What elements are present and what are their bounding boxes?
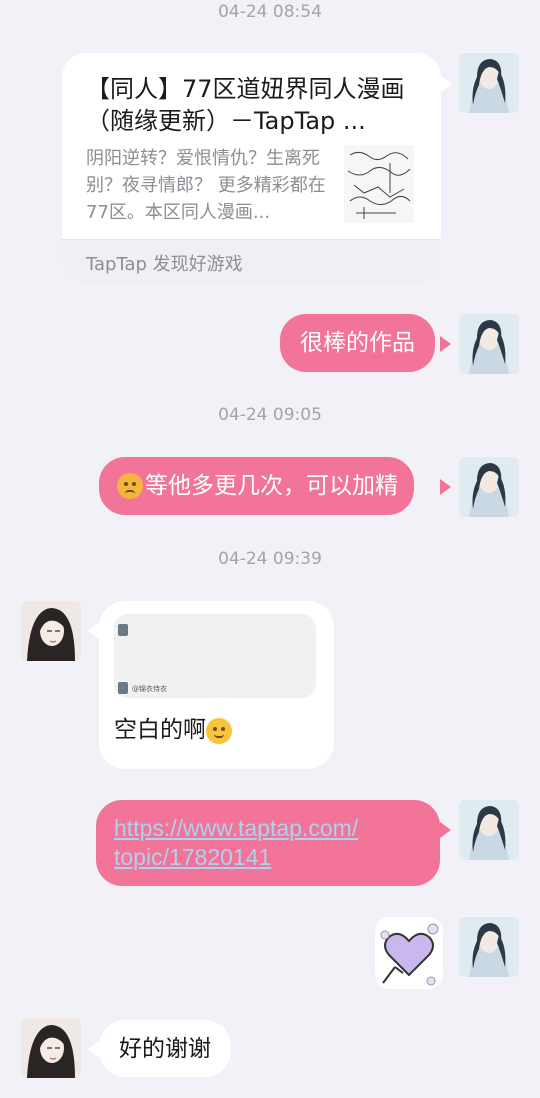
contact-avatar[interactable] — [21, 601, 81, 661]
share-card-description: 阴阳逆转？爱恨情仇？生离死别？夜寻情郎？ 更多精彩都在77区。本区同人漫画... — [86, 148, 326, 223]
sent-link-bubble[interactable]: https://www.taptap.com/ topic/17820141 — [96, 800, 440, 886]
message-text: 等他多更几次，可以加精 — [145, 473, 398, 499]
bubble-tail — [441, 76, 452, 92]
mini-avatar-icon — [118, 624, 128, 636]
self-avatar[interactable] — [459, 917, 519, 977]
contact-avatar[interactable] — [21, 1018, 81, 1078]
bubble-tail — [440, 479, 451, 495]
timestamp: 04-24 09:39 — [218, 549, 322, 569]
message-text: 空白的啊 — [114, 717, 206, 743]
self-avatar[interactable] — [459, 53, 519, 113]
message-text: 很棒的作品 — [300, 330, 415, 356]
purple-heart-sticker-icon[interactable] — [375, 917, 443, 989]
share-link-card[interactable]: 【同人】77区道妞界同人漫画（随缘更新）－TapTap ... 阴阳逆转？爱恨情… — [62, 53, 441, 284]
screenshot-caption: @锦衣侍衣 — [132, 685, 167, 693]
self-avatar[interactable] — [459, 800, 519, 860]
smiling-face-emoji-icon — [206, 717, 232, 744]
timestamp: 04-24 08:54 — [218, 2, 322, 22]
bubble-tail — [440, 822, 451, 838]
sent-message-bubble[interactable]: 等他多更几次，可以加精 — [99, 457, 414, 515]
received-message-bubble[interactable]: 好的谢谢 — [99, 1020, 231, 1077]
share-card-title: 【同人】77区道妞界同人漫画（随缘更新）－TapTap ... — [86, 75, 405, 135]
share-card-source-bar: TapTap 发现好游戏 — [62, 239, 441, 284]
self-avatar[interactable] — [459, 314, 519, 374]
self-avatar[interactable] — [459, 457, 519, 517]
bubble-tail — [88, 1041, 99, 1057]
share-card-thumbnail — [344, 145, 414, 223]
screenshot-image[interactable]: @锦衣侍衣 — [114, 614, 316, 698]
mini-avatar-icon — [118, 682, 128, 694]
bubble-tail — [88, 623, 99, 639]
bubble-tail — [440, 336, 451, 352]
timestamp: 04-24 09:05 — [218, 405, 322, 425]
link-url-line[interactable]: https://www.taptap.com/ — [114, 814, 358, 843]
frowning-face-emoji-icon — [117, 473, 143, 499]
sent-message-bubble[interactable]: 很棒的作品 — [280, 314, 435, 372]
link-url-line[interactable]: topic/17820141 — [114, 843, 358, 872]
share-card-source: TapTap 发现好游戏 — [86, 254, 243, 275]
message-text: 好的谢谢 — [119, 1035, 211, 1062]
